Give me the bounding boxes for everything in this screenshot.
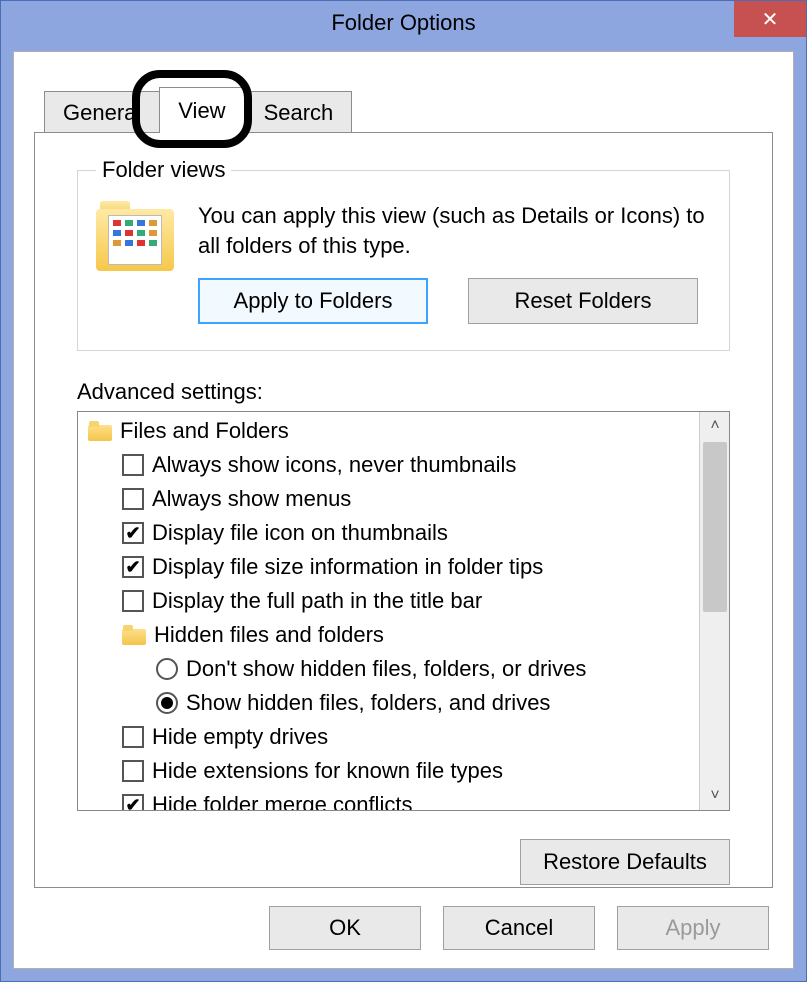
reset-folders-button[interactable]: Reset Folders	[468, 278, 698, 324]
tab-search[interactable]: Search	[245, 91, 353, 133]
checkbox[interactable]	[122, 522, 144, 544]
tab-view[interactable]: View	[159, 87, 244, 133]
radio[interactable]	[156, 692, 178, 714]
close-button[interactable]: ✕	[734, 1, 806, 37]
tree-group-hidden: Hidden files and folders	[82, 618, 695, 652]
folder-views-group: Folder views	[77, 157, 730, 351]
restore-defaults-button[interactable]: Restore Defaults	[520, 839, 730, 885]
scroll-up-icon[interactable]: ˄	[700, 412, 730, 440]
advanced-settings-list: Files and Folders Always show icons, nev…	[77, 411, 730, 811]
scroll-thumb[interactable]	[703, 442, 727, 612]
opt-hidden-dont-show[interactable]: Don't show hidden files, folders, or dri…	[82, 652, 695, 686]
opt-file-icon-thumb[interactable]: Display file icon on thumbnails	[82, 516, 695, 550]
folder-icon	[88, 421, 112, 441]
radio[interactable]	[156, 658, 178, 680]
opt-label: Hide folder merge conflicts	[152, 792, 412, 810]
checkbox[interactable]	[122, 726, 144, 748]
tab-panel-view: Folder views	[34, 132, 773, 888]
opt-label: Always show menus	[152, 486, 351, 512]
opt-label: Don't show hidden files, folders, or dri…	[186, 656, 586, 682]
opt-label: Hide extensions for known file types	[152, 758, 503, 784]
folder-views-legend: Folder views	[96, 157, 231, 183]
opt-full-path-titlebar[interactable]: Display the full path in the title bar	[82, 584, 695, 618]
scrollbar[interactable]: ˄ ˅	[699, 412, 729, 810]
opt-label: Always show icons, never thumbnails	[152, 452, 516, 478]
advanced-settings-label: Advanced settings:	[77, 379, 730, 405]
opt-label: Display the full path in the title bar	[152, 588, 482, 614]
opt-label: Display file icon on thumbnails	[152, 520, 448, 546]
checkbox[interactable]	[122, 556, 144, 578]
checkbox[interactable]	[122, 590, 144, 612]
cancel-button[interactable]: Cancel	[443, 906, 595, 950]
opt-label: Display file size information in folder …	[152, 554, 543, 580]
ok-button[interactable]: OK	[269, 906, 421, 950]
opt-hide-merge[interactable]: Hide folder merge conflicts	[82, 788, 695, 810]
checkbox[interactable]	[122, 454, 144, 476]
window-title: Folder Options	[331, 10, 475, 36]
dialog-button-row: OK Cancel Apply	[269, 906, 769, 950]
opt-always-menus[interactable]: Always show menus	[82, 482, 695, 516]
folder-options-window: Folder Options ✕ General View Search Fol…	[0, 0, 807, 982]
checkbox[interactable]	[122, 794, 144, 810]
apply-button[interactable]: Apply	[617, 906, 769, 950]
tree-group-label: Files and Folders	[120, 418, 289, 444]
tab-general[interactable]: General	[44, 91, 159, 133]
tree-group-files-folders: Files and Folders	[82, 414, 695, 448]
folder-views-icon	[96, 201, 174, 279]
advanced-settings-tree[interactable]: Files and Folders Always show icons, nev…	[78, 412, 699, 810]
opt-label: Hide empty drives	[152, 724, 328, 750]
scroll-down-icon[interactable]: ˅	[700, 782, 730, 810]
opt-file-size-tips[interactable]: Display file size information in folder …	[82, 550, 695, 584]
titlebar: Folder Options ✕	[1, 1, 806, 45]
tabbar: General View Search	[14, 52, 793, 132]
close-icon: ✕	[762, 7, 779, 32]
opt-always-icons[interactable]: Always show icons, never thumbnails	[82, 448, 695, 482]
folder-icon	[122, 625, 146, 645]
opt-hidden-show[interactable]: Show hidden files, folders, and drives	[82, 686, 695, 720]
folder-views-desc: You can apply this view (such as Details…	[198, 201, 711, 260]
client-area: General View Search Folder views	[13, 51, 794, 969]
apply-to-folders-button[interactable]: Apply to Folders	[198, 278, 428, 324]
checkbox[interactable]	[122, 760, 144, 782]
opt-hide-ext[interactable]: Hide extensions for known file types	[82, 754, 695, 788]
tree-group-label: Hidden files and folders	[154, 622, 384, 648]
checkbox[interactable]	[122, 488, 144, 510]
opt-label: Show hidden files, folders, and drives	[186, 690, 550, 716]
opt-hide-empty[interactable]: Hide empty drives	[82, 720, 695, 754]
